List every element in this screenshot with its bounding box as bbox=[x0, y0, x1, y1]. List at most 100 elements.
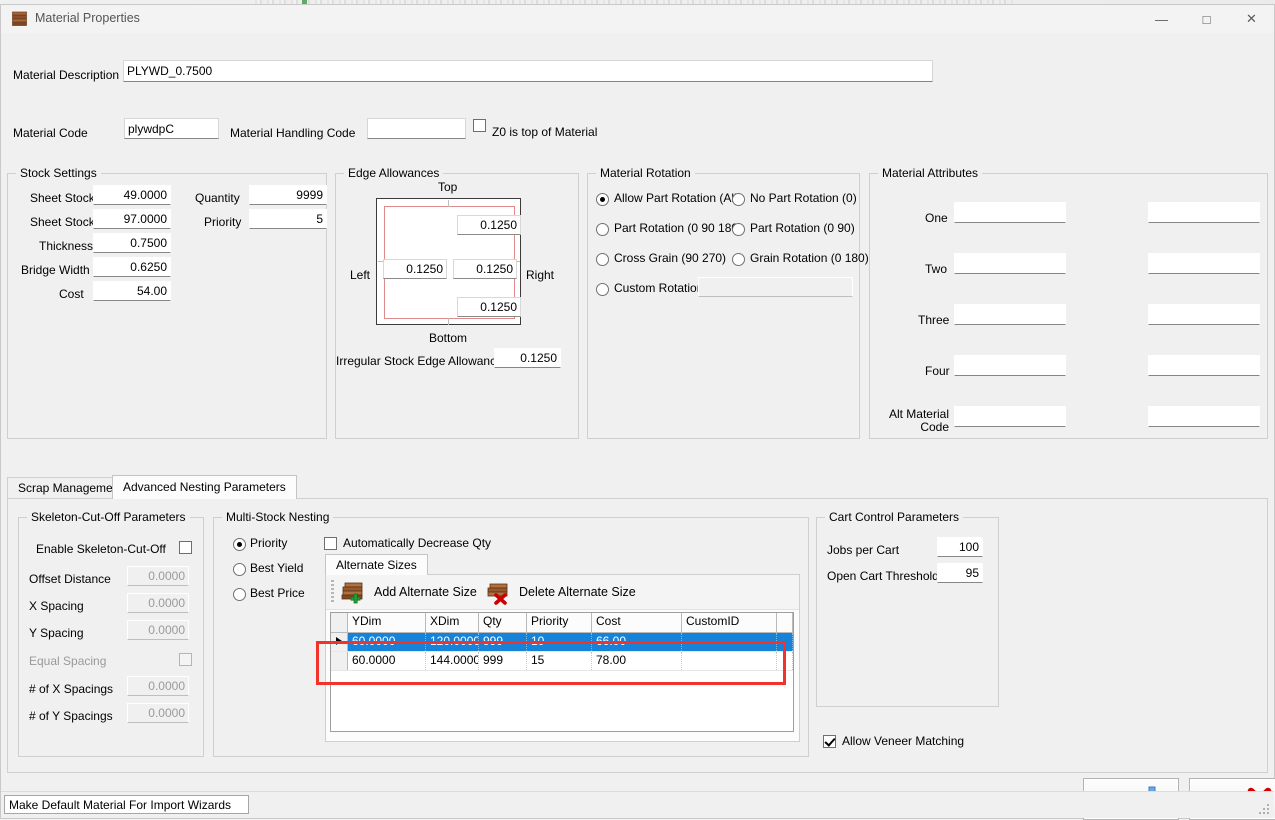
grid-col-xdim[interactable]: XDim bbox=[426, 613, 479, 632]
cell-customid[interactable] bbox=[682, 652, 777, 670]
maximize-icon: □ bbox=[1203, 12, 1211, 27]
table-row[interactable]: 60.0000 120.0000 999 10 66.00 bbox=[331, 633, 793, 652]
num-y-spacings-input[interactable] bbox=[127, 703, 189, 723]
grid-row-selector[interactable] bbox=[331, 633, 348, 651]
grid-col-qty[interactable]: Qty bbox=[479, 613, 527, 632]
irregular-stock-edge-allowance-input[interactable] bbox=[494, 348, 561, 368]
delete-alternate-size-button[interactable]: Delete Alternate Size bbox=[485, 577, 636, 607]
quantity-input[interactable] bbox=[249, 185, 327, 205]
label-custom-rotation: Custom Rotation bbox=[614, 281, 703, 295]
sheet-stock-y-label: Sheet Stock bbox=[30, 191, 95, 205]
status-text[interactable]: Make Default Material For Import Wizards bbox=[4, 795, 249, 814]
open-cart-threshold-label: Open Cart Threshold bbox=[827, 569, 939, 583]
cell-ydim[interactable]: 60.0000 bbox=[348, 633, 426, 651]
grid-col-priority[interactable]: Priority bbox=[527, 613, 592, 632]
material-handling-code-label: Material Handling Code bbox=[230, 126, 355, 140]
cell-xdim[interactable]: 120.0000 bbox=[426, 633, 479, 651]
radio-cross-grain-90-270[interactable] bbox=[596, 253, 609, 266]
attr-alt-right-input[interactable] bbox=[1148, 406, 1260, 427]
add-alternate-size-button[interactable]: Add Alternate Size bbox=[340, 577, 477, 607]
sheet-stock-x-input[interactable] bbox=[93, 209, 171, 229]
radio-allow-part-rotation-all[interactable] bbox=[596, 193, 609, 206]
radio-part-rotation-0-90-180[interactable] bbox=[596, 223, 609, 236]
bridge-width-input[interactable] bbox=[93, 257, 171, 277]
thickness-label: Thickness bbox=[39, 239, 93, 253]
radio-best-price[interactable] bbox=[233, 588, 246, 601]
label-no-part-rotation: No Part Rotation (0) bbox=[750, 191, 857, 205]
resize-grip-icon[interactable] bbox=[1259, 804, 1271, 816]
attr-one-right-input[interactable] bbox=[1148, 202, 1260, 223]
attr-two-right-input[interactable] bbox=[1148, 253, 1260, 274]
material-handling-code-input[interactable] bbox=[367, 118, 466, 139]
allow-veneer-matching-checkbox[interactable] bbox=[823, 735, 836, 748]
multi-stock-caption: Multi-Stock Nesting bbox=[222, 510, 333, 524]
grid-col-ydim[interactable]: YDim bbox=[348, 613, 426, 632]
enable-skeleton-checkbox[interactable] bbox=[179, 541, 192, 554]
edge-right-input[interactable] bbox=[453, 259, 517, 279]
auto-decrease-qty-checkbox[interactable] bbox=[324, 537, 337, 550]
grid-row-selector[interactable] bbox=[331, 652, 348, 670]
priority-input[interactable] bbox=[249, 209, 327, 229]
material-code-input[interactable] bbox=[124, 118, 219, 139]
sheet-stock-y-input[interactable] bbox=[93, 185, 171, 205]
bridge-width-label: Bridge Width bbox=[21, 263, 90, 277]
cell-qty[interactable]: 999 bbox=[479, 633, 527, 651]
label-grain-rotation-0-180: Grain Rotation (0 180) bbox=[750, 251, 869, 265]
attr-four-right-input[interactable] bbox=[1148, 355, 1260, 376]
edge-bottom-label: Bottom bbox=[429, 331, 467, 345]
equal-spacing-checkbox[interactable] bbox=[179, 653, 192, 666]
cell-priority[interactable]: 15 bbox=[527, 652, 592, 670]
minimize-button[interactable]: — bbox=[1139, 5, 1184, 33]
num-x-spacings-input[interactable] bbox=[127, 676, 189, 696]
custom-rotation-input[interactable] bbox=[698, 277, 853, 297]
edge-bottom-input[interactable] bbox=[457, 297, 521, 317]
table-row[interactable]: 60.0000 144.0000 999 15 78.00 bbox=[331, 652, 793, 671]
maximize-button[interactable]: □ bbox=[1184, 5, 1229, 33]
cell-customid[interactable] bbox=[682, 633, 777, 651]
radio-grain-rotation-0-180[interactable] bbox=[732, 253, 745, 266]
open-cart-threshold-input[interactable] bbox=[937, 563, 983, 583]
material-rotation-group: Material Rotation Allow Part Rotation (A… bbox=[587, 173, 860, 439]
radio-part-rotation-0-90[interactable] bbox=[732, 223, 745, 236]
inner-tab-alternate-sizes[interactable]: Alternate Sizes bbox=[325, 554, 428, 575]
cell-priority[interactable]: 10 bbox=[527, 633, 592, 651]
attr-two-left-input[interactable] bbox=[954, 253, 1066, 274]
x-spacing-input[interactable] bbox=[127, 593, 189, 613]
close-window-button[interactable]: ✕ bbox=[1229, 5, 1274, 33]
radio-custom-rotation[interactable] bbox=[596, 283, 609, 296]
jobs-per-cart-input[interactable] bbox=[937, 537, 983, 557]
offset-distance-input[interactable] bbox=[127, 566, 189, 586]
cell-cost[interactable]: 66.00 bbox=[592, 633, 682, 651]
material-code-label: Material Code bbox=[13, 126, 88, 140]
radio-best-yield[interactable] bbox=[233, 563, 246, 576]
cell-cost[interactable]: 78.00 bbox=[592, 652, 682, 670]
radio-no-part-rotation[interactable] bbox=[732, 193, 745, 206]
thickness-input[interactable] bbox=[93, 233, 171, 253]
attr-four-left-input[interactable] bbox=[954, 355, 1066, 376]
z0-top-checkbox[interactable] bbox=[473, 119, 486, 132]
cost-input[interactable] bbox=[93, 281, 171, 301]
attr-one-left-input[interactable] bbox=[954, 202, 1066, 223]
enable-skeleton-label: Enable Skeleton-Cut-Off bbox=[36, 542, 166, 556]
label-best-price: Best Price bbox=[250, 586, 305, 600]
attr-three-right-input[interactable] bbox=[1148, 304, 1260, 325]
cell-qty[interactable]: 999 bbox=[479, 652, 527, 670]
alternate-sizes-grid[interactable]: YDim XDim Qty Priority Cost CustomID 60 bbox=[330, 612, 794, 732]
radio-priority[interactable] bbox=[233, 538, 246, 551]
attr-three-left-input[interactable] bbox=[954, 304, 1066, 325]
material-description-input[interactable] bbox=[123, 60, 933, 82]
attr-four-label: Four bbox=[925, 364, 950, 378]
tab-advanced-nesting-parameters[interactable]: Advanced Nesting Parameters bbox=[112, 475, 297, 499]
cell-ydim[interactable]: 60.0000 bbox=[348, 652, 426, 670]
cell-xdim[interactable]: 144.0000 bbox=[426, 652, 479, 670]
y-spacing-input[interactable] bbox=[127, 620, 189, 640]
edge-top-input[interactable] bbox=[457, 215, 521, 235]
skeleton-cut-off-group: Skeleton-Cut-Off Parameters Enable Skele… bbox=[18, 517, 204, 757]
minimize-icon: — bbox=[1155, 12, 1168, 27]
grid-col-cost[interactable]: Cost bbox=[592, 613, 682, 632]
grid-col-customid[interactable]: CustomID bbox=[682, 613, 777, 632]
attr-alt-left-input[interactable] bbox=[954, 406, 1066, 427]
y-spacing-label: Y Spacing bbox=[29, 626, 84, 640]
edge-left-input[interactable] bbox=[383, 259, 447, 279]
cell-filler bbox=[777, 633, 793, 651]
